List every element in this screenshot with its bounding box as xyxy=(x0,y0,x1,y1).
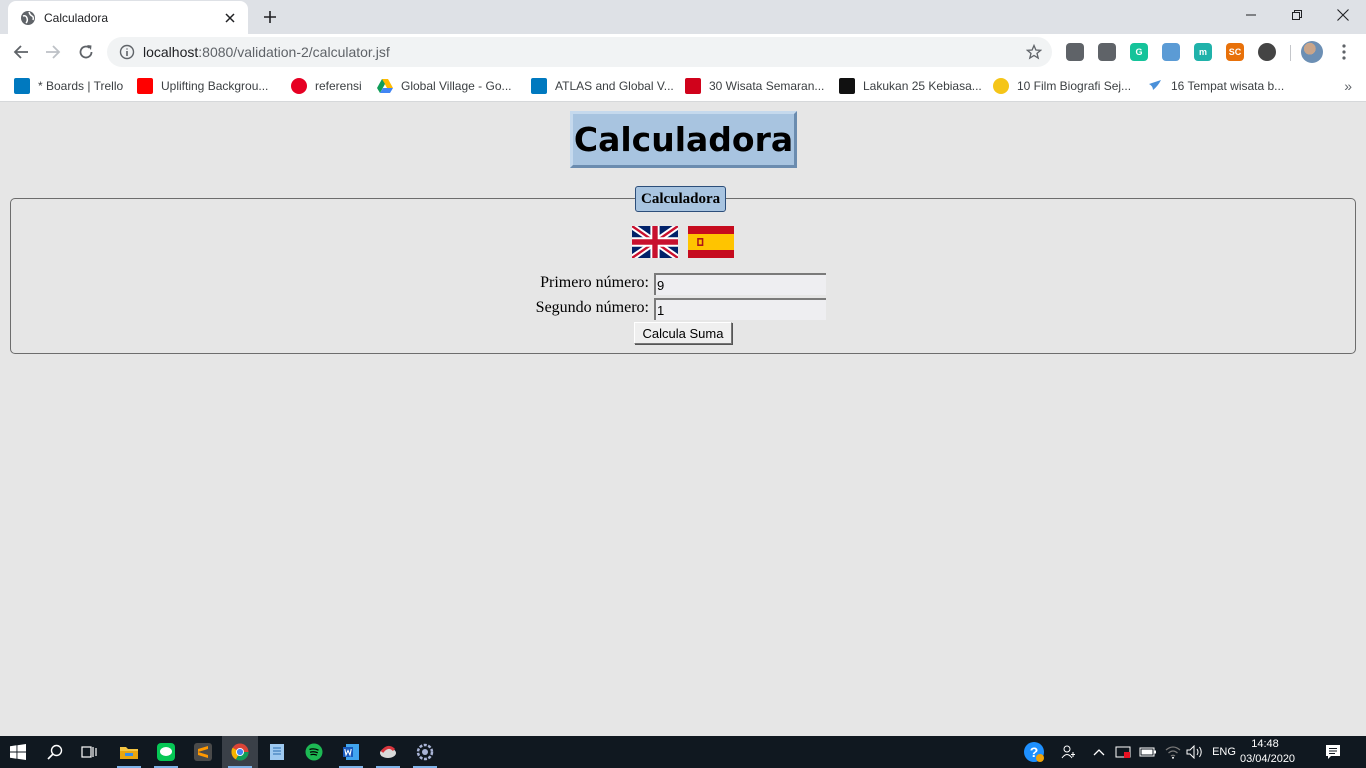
first-number-label: Primero número: xyxy=(540,274,649,291)
url-host: localhost xyxy=(143,44,199,60)
circle-extension-icon[interactable] xyxy=(1258,43,1276,61)
tab-close-icon[interactable] xyxy=(218,6,242,30)
chrome-icon[interactable] xyxy=(222,736,258,768)
browser-tab[interactable]: Calculadora xyxy=(8,1,248,34)
trello-icon xyxy=(531,78,547,94)
new-tab-button[interactable] xyxy=(256,5,284,29)
bookmark-item[interactable]: referensi xyxy=(291,76,362,96)
first-number-input[interactable] xyxy=(654,273,826,295)
bookmark-item[interactable]: 10 Film Biografi Sej... xyxy=(993,76,1131,96)
sublime-text-icon[interactable] xyxy=(185,736,221,768)
site-info-icon[interactable] xyxy=(119,44,135,60)
bookmark-label: 10 Film Biografi Sej... xyxy=(1017,79,1132,93)
cube-extension-icon[interactable] xyxy=(1098,43,1116,61)
spain-flag-icon[interactable] xyxy=(688,226,734,258)
bookmark-label: Uplifting Backgrou... xyxy=(161,79,269,93)
clock-time: 14:48 xyxy=(1251,738,1279,750)
file-explorer-icon[interactable] xyxy=(111,736,147,768)
volume-icon[interactable] xyxy=(1184,736,1206,768)
menu-dots-icon[interactable] xyxy=(1334,42,1354,62)
battery-icon[interactable] xyxy=(1137,736,1159,768)
page-content: Calculadora Calculadora Primero número: … xyxy=(0,102,1366,736)
google-drive-icon xyxy=(377,78,393,94)
tab-strip: Calculadora xyxy=(0,0,1366,34)
pinterest-icon xyxy=(291,78,307,94)
people-icon[interactable] xyxy=(1058,736,1080,768)
z-icon xyxy=(993,78,1009,94)
second-number-input[interactable] xyxy=(654,298,826,320)
word-icon[interactable] xyxy=(333,736,369,768)
url-path: :8080/validation-2/calculator.jsf xyxy=(198,44,390,60)
bookmark-label: Global Village - Go... xyxy=(401,79,512,93)
bookmark-label: 16 Tempat wisata b... xyxy=(1171,79,1285,93)
bookmark-label: 30 Wisata Semaran... xyxy=(709,79,825,93)
app-icon[interactable] xyxy=(370,736,406,768)
address-bar[interactable]: localhost:8080/validation-2/calculator.j… xyxy=(107,37,1052,67)
bookmark-item[interactable]: ATLAS and Global V... xyxy=(531,76,674,96)
reload-icon[interactable] xyxy=(72,38,100,66)
forward-icon[interactable] xyxy=(39,38,67,66)
windows-taskbar: ? ENG 14:48 03/04/2020 xyxy=(0,736,1366,768)
m-bookmark-icon xyxy=(685,78,701,94)
url-text: localhost:8080/validation-2/calculator.j… xyxy=(143,44,390,60)
profile-avatar[interactable] xyxy=(1301,41,1323,63)
bookmark-label: * Boards | Trello xyxy=(38,79,124,93)
bookmark-label: ATLAS and Global V... xyxy=(555,79,674,93)
clock-date: 03/04/2020 xyxy=(1240,753,1296,765)
help-icon[interactable]: ? xyxy=(1020,736,1048,768)
bookmarks-bar: * Boards | Trello Uplifting Backgrou... re… xyxy=(0,70,1366,102)
spotify-icon[interactable] xyxy=(296,736,332,768)
bookmark-item[interactable]: 16 Tempat wisata b... xyxy=(1147,76,1284,96)
globe-icon xyxy=(20,10,36,26)
trello-icon xyxy=(14,78,30,94)
bookmark-item[interactable]: 30 Wisata Semaran... xyxy=(685,76,824,96)
notification-app-icon[interactable] xyxy=(1112,736,1134,768)
fieldset-legend: Calculadora xyxy=(635,186,727,212)
m-black-icon xyxy=(839,78,855,94)
bookmark-item[interactable]: * Boards | Trello xyxy=(14,76,123,96)
youtube-icon xyxy=(137,78,153,94)
bookmark-item[interactable]: Lakukan 25 Kebiasa... xyxy=(839,76,982,96)
restore-icon[interactable] xyxy=(1274,0,1320,30)
search-icon[interactable] xyxy=(37,736,73,768)
browser-toolbar: localhost:8080/validation-2/calculator.j… xyxy=(0,34,1366,70)
second-number-label: Segundo número: xyxy=(535,299,649,316)
line-app-icon[interactable] xyxy=(148,736,184,768)
bird-icon xyxy=(1147,78,1163,94)
tray-expand-icon[interactable] xyxy=(1090,736,1108,768)
close-icon[interactable] xyxy=(1320,0,1366,30)
action-center-icon[interactable] xyxy=(1320,736,1346,768)
system-clock[interactable]: 14:48 03/04/2020 xyxy=(1240,737,1296,767)
bookmark-label: referensi xyxy=(315,79,362,93)
settings-app-icon[interactable] xyxy=(407,736,443,768)
back-icon[interactable] xyxy=(7,38,35,66)
grammarly-extension-icon[interactable]: G xyxy=(1130,43,1148,61)
bookmark-item[interactable]: Uplifting Backgrou... xyxy=(137,76,268,96)
toolbar-divider xyxy=(1290,45,1291,61)
m-extension-icon[interactable]: m xyxy=(1194,43,1212,61)
wifi-icon[interactable] xyxy=(1162,736,1184,768)
bookmarks-overflow-icon[interactable]: » xyxy=(1344,78,1352,94)
bookmark-label: Lakukan 25 Kebiasa... xyxy=(863,79,982,93)
feather-extension-icon[interactable] xyxy=(1162,43,1180,61)
chat-extension-icon[interactable] xyxy=(1066,43,1084,61)
second-number-row: Segundo número: xyxy=(0,298,1366,320)
uk-flag-icon[interactable] xyxy=(632,226,678,258)
task-view-icon[interactable] xyxy=(72,736,108,768)
page-title: Calculadora xyxy=(573,120,794,159)
bookmark-item[interactable]: Global Village - Go... xyxy=(377,76,512,96)
language-indicator[interactable]: ENG xyxy=(1208,736,1240,768)
minimize-icon[interactable] xyxy=(1228,0,1274,30)
calculate-sum-button[interactable]: Calcula Suma xyxy=(634,322,732,344)
page-title-box: Calculadora xyxy=(570,111,797,168)
sc-extension-icon[interactable]: SC xyxy=(1226,43,1244,61)
first-number-row: Primero número: xyxy=(0,273,1366,295)
bookmark-star-icon[interactable] xyxy=(1024,42,1044,62)
tab-title: Calculadora xyxy=(44,10,109,25)
start-icon[interactable] xyxy=(0,736,36,768)
notes-app-icon[interactable] xyxy=(259,736,295,768)
